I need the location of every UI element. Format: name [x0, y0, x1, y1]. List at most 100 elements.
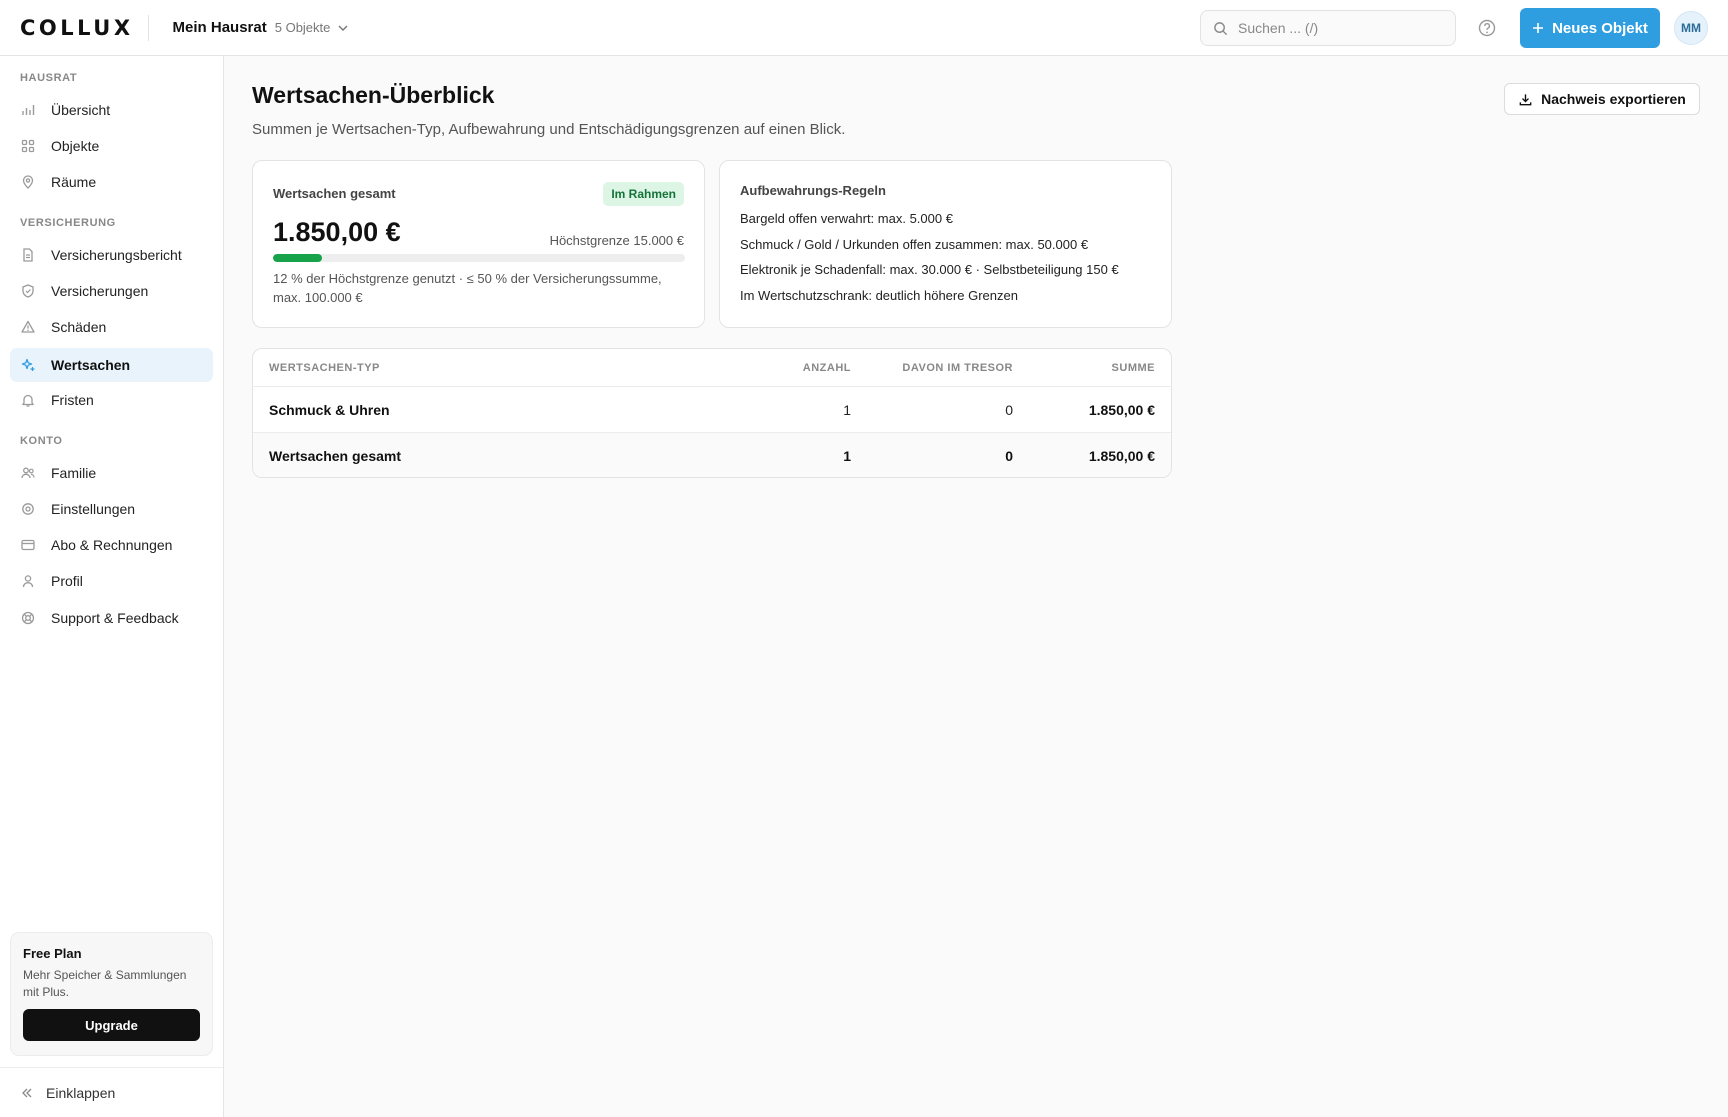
sidebar-item-abo-rechnungen[interactable]: Abo & Rechnungen: [10, 528, 213, 562]
table-header: WERTSACHEN-TYP ANZAHL DAVON IM TRESOR SU…: [253, 349, 1171, 387]
valuables-summary-card: Wertsachen gesamt Im Rahmen 1.850,00 € H…: [252, 160, 705, 328]
top-bar: COLLUX Mein Hausrat 5 Objekte Neues Obje…: [0, 0, 1728, 56]
bar-chart-icon: [20, 102, 36, 118]
warning-icon: [20, 319, 36, 335]
summary-label: Wertsachen gesamt: [273, 186, 396, 201]
gear-icon: [20, 501, 36, 517]
storage-rules-card: Aufbewahrungs-Regeln Bargeld offen verwa…: [719, 160, 1172, 328]
max-limit: Höchstgrenze 15.000 €: [549, 233, 684, 248]
limit-progress-fill: [273, 254, 323, 262]
sidebar-item-label: Räume: [51, 174, 97, 190]
column-header-count[interactable]: ANZAHL: [803, 362, 851, 374]
plan-title: Free Plan: [23, 946, 82, 961]
rule-item: Elektronik je Schadenfall: max. 30.000 €…: [740, 262, 1119, 277]
column-header-sum[interactable]: SUMME: [1112, 362, 1155, 374]
sidebar-item-support-feedback[interactable]: Support & Feedback: [10, 601, 213, 635]
cell-vault: 0: [1005, 401, 1013, 418]
users-icon: [20, 465, 36, 481]
sidebar-item-objekte[interactable]: Objekte: [10, 129, 213, 163]
usage-note: 12 % der Höchstgrenze genutzt · ≤ 50 % d…: [273, 271, 662, 305]
sparkle-icon: [20, 357, 36, 373]
table-total-row: Wertsachen gesamt 1 0 1.850,00 €: [253, 432, 1171, 477]
new-object-button[interactable]: Neues Objekt: [1520, 8, 1660, 48]
limit-progress-bar: [273, 254, 685, 262]
table-row[interactable]: Schmuck & Uhren 1 0 1.850,00 €: [253, 387, 1171, 432]
rules-title: Aufbewahrungs-Regeln: [740, 183, 886, 198]
sidebar-item-wertsachen[interactable]: Wertsachen: [10, 348, 213, 382]
chevrons-left-icon: [20, 1086, 34, 1100]
sidebar-item-label: Einstellungen: [51, 501, 136, 517]
sidebar-item-versicherungen[interactable]: Versicherungen: [10, 274, 213, 308]
rule-item: Schmuck / Gold / Urkunden offen zusammen…: [740, 236, 1089, 252]
user-icon: [20, 573, 36, 589]
upgrade-button[interactable]: Upgrade: [23, 1009, 200, 1041]
sidebar-item-label: Fristen: [51, 392, 94, 408]
chevron-down-icon: [336, 21, 350, 35]
sidebar-item-label: Objekte: [51, 138, 100, 154]
sidebar-item-label: Versicherungen: [51, 283, 149, 299]
search-icon: [1213, 21, 1228, 36]
cell-sum: 1.850,00 €: [1088, 401, 1155, 418]
sidebar-item-label: Familie: [51, 465, 97, 481]
cell-count: 1: [843, 401, 851, 418]
household-name: Mein Hausrat: [172, 19, 267, 36]
avatar[interactable]: MM: [1674, 11, 1708, 45]
document-icon: [20, 247, 36, 263]
search-box[interactable]: [1200, 10, 1456, 46]
sidebar-item-label: Profil: [51, 573, 83, 589]
sidebar-item-familie[interactable]: Familie: [10, 456, 213, 490]
total-type: Wertsachen gesamt: [269, 448, 402, 464]
total-value: 1.850,00 €: [273, 217, 401, 247]
sidebar-item-profil[interactable]: Profil: [10, 564, 213, 598]
sidebar-item-uebersicht[interactable]: Übersicht: [10, 93, 213, 127]
sidebar: HAUSRAT Übersicht Objekte Räume VERSICHE…: [0, 56, 224, 1117]
plan-card: Free Plan Mehr Speicher & Sammlungen mit…: [10, 932, 213, 1056]
header-divider: [147, 14, 149, 41]
total-vault: 0: [1005, 448, 1013, 464]
household-count: 5 Objekte: [274, 20, 331, 35]
help-icon[interactable]: [1476, 17, 1498, 39]
sidebar-item-schaeden[interactable]: Schäden: [10, 310, 213, 344]
bell-icon: [20, 392, 36, 408]
section-label-hausrat: HAUSRAT: [20, 72, 78, 84]
download-icon: [1518, 92, 1533, 107]
collapse-label: Einklappen: [46, 1084, 116, 1101]
map-pin-icon: [20, 174, 36, 190]
export-proof-button[interactable]: Nachweis exportieren: [1504, 83, 1700, 115]
rule-item: Bargeld offen verwahrt: max. 5.000 €: [740, 211, 953, 226]
sidebar-item-label: Wertsachen: [51, 357, 131, 373]
status-badge: Im Rahmen: [603, 182, 684, 206]
sidebar-item-fristen[interactable]: Fristen: [10, 383, 213, 417]
credit-card-icon: [20, 537, 36, 553]
plus-icon: [1532, 22, 1544, 34]
sidebar-item-label: Abo & Rechnungen: [51, 537, 173, 553]
collapse-sidebar-button[interactable]: Einklappen: [0, 1067, 223, 1117]
new-object-label: Neues Objekt: [1552, 19, 1648, 37]
column-header-type[interactable]: WERTSACHEN-TYP: [269, 362, 380, 374]
lifebuoy-icon: [20, 610, 36, 626]
column-header-vault[interactable]: DAVON IM TRESOR: [902, 362, 1013, 374]
valuables-table: WERTSACHEN-TYP ANZAHL DAVON IM TRESOR SU…: [252, 348, 1172, 478]
sidebar-item-label: Versicherungsbericht: [51, 247, 182, 263]
sidebar-item-einstellungen[interactable]: Einstellungen: [10, 492, 213, 526]
shield-icon: [20, 283, 36, 299]
plan-description: Mehr Speicher & Sammlungen mit Plus.: [23, 968, 187, 999]
rules-list: Bargeld offen verwahrt: max. 5.000 € Sch…: [740, 210, 1119, 312]
sidebar-item-versicherungsbericht[interactable]: Versicherungsbericht: [10, 238, 213, 272]
page-subtitle: Summen je Wertsachen-Typ, Aufbewahrung u…: [252, 121, 846, 138]
total-count: 1: [843, 448, 851, 464]
sidebar-item-raeume[interactable]: Räume: [10, 165, 213, 199]
sidebar-item-label: Support & Feedback: [51, 610, 179, 626]
section-label-konto: KONTO: [20, 435, 63, 447]
sidebar-item-label: Schäden: [51, 319, 107, 335]
sidebar-item-label: Übersicht: [51, 102, 111, 118]
export-label: Nachweis exportieren: [1541, 91, 1686, 107]
rule-item: Im Wertschutzschrank: deutlich höhere Gr…: [740, 287, 1018, 303]
search-input[interactable]: [1238, 20, 1438, 36]
page-title: Wertsachen-Überblick: [252, 82, 495, 108]
cell-type: Schmuck & Uhren: [269, 401, 390, 418]
grid-icon: [20, 138, 36, 154]
section-label-versicherung: VERSICHERUNG: [20, 217, 116, 229]
household-switcher[interactable]: Mein Hausrat 5 Objekte: [173, 19, 351, 36]
logo[interactable]: COLLUX: [20, 16, 134, 40]
